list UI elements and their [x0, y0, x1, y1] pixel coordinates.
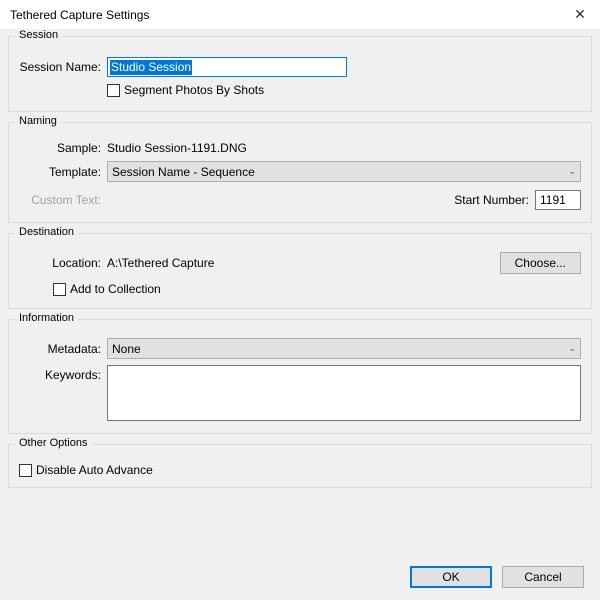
chevron-down-icon: ⌄ — [568, 343, 576, 354]
choose-button[interactable]: Choose... — [500, 252, 581, 274]
metadata-dropdown[interactable]: None ⌄ — [107, 338, 581, 359]
template-dropdown[interactable]: Session Name - Sequence ⌄ — [107, 161, 581, 182]
template-value: Session Name - Sequence — [112, 165, 568, 179]
checkbox-box — [107, 84, 120, 97]
start-number-input[interactable] — [535, 190, 581, 210]
segment-photos-checkbox[interactable]: Segment Photos By Shots — [107, 83, 264, 97]
metadata-label: Metadata: — [19, 342, 107, 356]
checkbox-box — [19, 464, 32, 477]
destination-group: Destination Location: A:\Tethered Captur… — [8, 233, 592, 309]
naming-legend: Naming — [15, 115, 61, 127]
metadata-value: None — [112, 342, 568, 356]
sample-label: Sample: — [19, 141, 107, 155]
session-group: Session Session Name: Studio Session Seg… — [8, 36, 592, 112]
session-legend: Session — [15, 29, 62, 41]
sample-value: Studio Session-1191.DNG — [107, 141, 247, 155]
keywords-input[interactable] — [107, 365, 581, 421]
destination-legend: Destination — [15, 226, 78, 238]
information-legend: Information — [15, 312, 78, 324]
information-group: Information Metadata: None ⌄ Keywords: — [8, 319, 592, 434]
other-options-group: Other Options Disable Auto Advance — [8, 444, 592, 488]
segment-photos-label: Segment Photos By Shots — [124, 83, 264, 97]
add-to-collection-label: Add to Collection — [70, 282, 161, 296]
location-value: A:\Tethered Capture — [107, 256, 214, 270]
start-number-label: Start Number: — [454, 193, 535, 207]
disable-auto-advance-checkbox[interactable]: Disable Auto Advance — [19, 463, 153, 477]
session-name-value: Studio Session — [110, 60, 192, 75]
session-name-label: Session Name: — [19, 60, 107, 74]
custom-text-label: Custom Text: — [19, 193, 107, 207]
naming-group: Naming Sample: Studio Session-1191.DNG T… — [8, 122, 592, 223]
template-label: Template: — [19, 165, 107, 179]
checkbox-box — [53, 283, 66, 296]
cancel-button[interactable]: Cancel — [502, 566, 584, 588]
dialog-buttons: OK Cancel — [410, 566, 584, 588]
keywords-label: Keywords: — [19, 365, 107, 382]
ok-button[interactable]: OK — [410, 566, 492, 588]
location-label: Location: — [19, 256, 107, 270]
chevron-down-icon: ⌄ — [568, 166, 576, 177]
disable-auto-advance-label: Disable Auto Advance — [36, 463, 153, 477]
window-title: Tethered Capture Settings — [10, 8, 570, 22]
session-name-input[interactable]: Studio Session — [107, 57, 347, 77]
add-to-collection-checkbox[interactable]: Add to Collection — [53, 282, 161, 296]
other-options-legend: Other Options — [15, 437, 91, 449]
close-icon[interactable]: ✕ — [570, 6, 590, 23]
titlebar: Tethered Capture Settings ✕ — [0, 0, 600, 30]
dialog-body: Session Session Name: Studio Session Seg… — [0, 30, 600, 600]
